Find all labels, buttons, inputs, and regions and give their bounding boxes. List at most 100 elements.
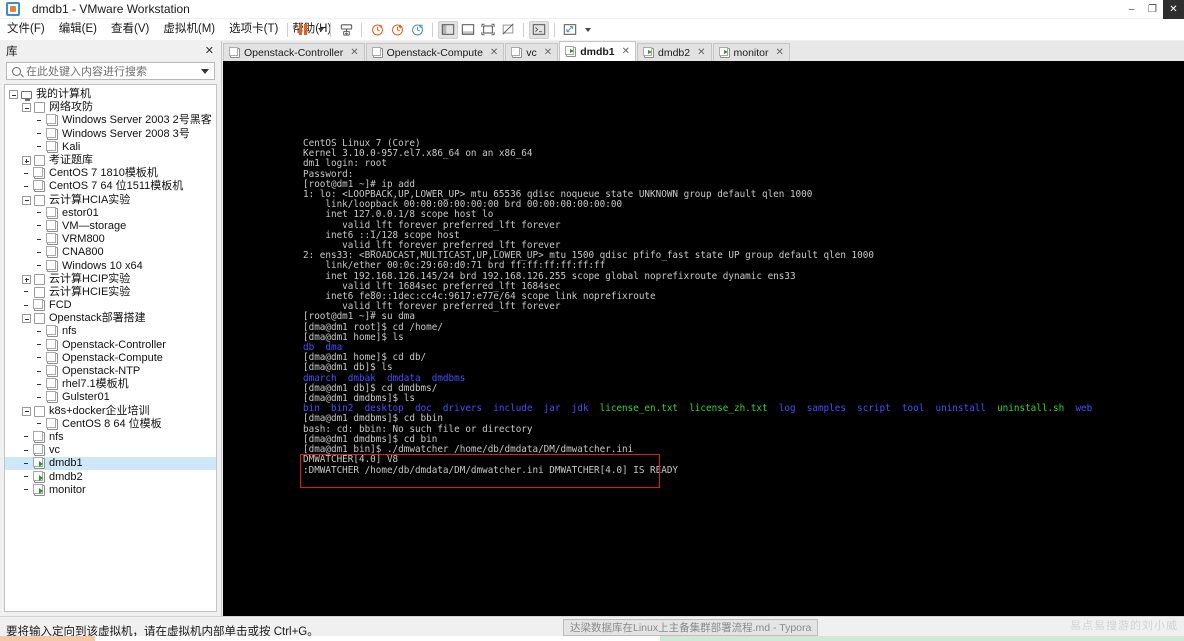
tree-item[interactable]: dmdb2 [5,470,216,483]
show-library-button[interactable] [438,20,458,39]
chevron-down-icon[interactable] [201,68,209,74]
tree-item[interactable]: 云计算HCIP实验 [5,273,216,286]
collapse-icon[interactable] [9,90,18,100]
expand-icon[interactable] [22,156,31,166]
fullscreen-button[interactable] [478,21,498,39]
terminal-text: log samples script tool uninstall [767,403,998,415]
tab-close-icon[interactable]: ✕ [490,47,498,58]
tree-item-label: Windows Server 2003 2号黑客 [62,114,212,127]
tree-item[interactable]: 考证题库 [5,154,216,167]
minimize-button[interactable]: – [1121,0,1142,19]
tree-item[interactable]: nfs [5,325,216,338]
tree-item[interactable]: vc [5,444,216,457]
tree-item[interactable]: 云计算HCIA实验 [5,194,216,207]
tree-toggle-spacer [35,116,44,125]
toolbar-separator [523,22,524,37]
collapse-icon[interactable] [22,406,31,416]
tree-item[interactable]: rhel7.1模板机 [5,378,216,391]
tree-item[interactable]: Gulster01 [5,391,216,404]
tab-close-icon[interactable]: ✕ [350,47,358,58]
vm-library-tree[interactable]: 我的计算机 网络攻防 Windows Server 2003 2号黑客 Windows… [4,84,217,612]
pause-button[interactable] [293,21,313,39]
tab-close-icon[interactable]: ✕ [697,47,705,58]
tree-item[interactable]: Windows Server 2003 2号黑客 [5,114,216,127]
tree-item[interactable]: CNA800 [5,246,216,259]
terminal-line: Kernel 3.10.0-957.el7.x86_64 on an x86_6… [303,149,1092,159]
tab-monitor[interactable]: monitor ✕ [712,43,790,61]
menu-view[interactable]: 查看(V) [104,19,156,40]
collapse-icon[interactable] [22,195,31,205]
tree-item[interactable]: VRM800 [5,233,216,246]
tree-item[interactable]: Openstack部署搭建 [5,312,216,325]
tree-item[interactable]: FCD [5,299,216,312]
tab-label: Openstack-Compute [386,46,483,59]
tree-item[interactable]: VM—storage [5,219,216,233]
maximize-button[interactable]: ❐ [1142,0,1163,19]
tab-dmdb2[interactable]: dmdb2 ✕ [637,43,712,61]
tree-item[interactable]: k8s+docker企业培训 [5,405,216,418]
unity-mode-button[interactable] [498,21,518,39]
stretch-button[interactable] [560,21,580,39]
library-close-icon[interactable]: ✕ [205,44,214,57]
tree-item[interactable]: estor01 [5,206,216,220]
tree-item[interactable]: monitor [5,483,216,497]
tree-item[interactable]: CentOS 7 64 位1511模板机 [5,180,216,193]
menu-edit[interactable]: 编辑(E) [52,19,104,40]
snapshot-revert-icon [391,24,403,36]
tab-openstack-compute[interactable]: Openstack-Compute ✕ [365,43,505,61]
collapse-icon[interactable] [22,314,31,324]
tree-item[interactable]: dmdb1 [5,457,216,471]
menu-vm[interactable]: 虚拟机(M) [156,19,222,40]
terminal-line: [dma@dm1 home]$ cd db/ [303,353,1092,363]
vm-icon [46,246,58,259]
tab-close-icon[interactable]: ✕ [544,47,552,58]
taskbar-item-typora[interactable]: 达梁数据库在Linux上主备集群部署流程.md - Typora [563,619,819,636]
tree-item[interactable]: 我的计算机 [5,88,216,102]
show-thumbnails-button[interactable] [458,21,478,39]
close-button[interactable]: ✕ [1163,0,1184,19]
vm-icon [46,219,58,232]
menu-file[interactable]: 文件(F) [0,19,52,40]
tree-item[interactable]: Windows Server 2008 3号 [5,127,216,141]
tab-openstack-controller[interactable]: Openstack-Controller ✕ [223,43,365,61]
computer-icon [21,91,32,102]
tab-close-icon[interactable]: ✕ [776,47,784,58]
stretch-dropdown[interactable] [580,21,592,39]
tree-item[interactable]: Openstack-NTP [5,365,216,378]
vm-icon [33,299,45,312]
search-input[interactable]: 在此处键入内容进行搜索 [26,63,147,79]
pause-icon [299,24,307,35]
expand-icon[interactable] [22,274,31,284]
terminal-output: CentOS Linux 7 (Core) Kernel 3.10.0-957.e… [303,138,1092,476]
tree-item[interactable]: CentOS 8 64 位模板 [5,417,216,431]
collapse-icon[interactable] [22,103,31,113]
power-dropdown[interactable] [313,21,325,39]
tab-close-icon[interactable]: ✕ [622,46,630,57]
panel-bottom-icon [461,24,475,35]
tree-item-label: dmdb1 [49,457,83,470]
snapshot-take-button[interactable] [367,21,387,39]
snapshot-manager-button[interactable] [407,21,427,39]
tab-vc[interactable]: vc ✕ [505,43,559,61]
tree-item[interactable]: nfs [5,430,216,444]
tree-item[interactable]: Openstack-Compute [5,351,216,365]
snapshot-revert-button[interactable] [387,21,407,39]
terminal-line: valid_lft forever preferred_lft forever [303,302,1092,312]
tree-item[interactable]: Windows 10 x64 [5,259,216,272]
tree-item[interactable]: 云计算HCIE实验 [5,286,216,299]
library-search-box[interactable]: 在此处键入内容进行搜索 [6,62,215,80]
vm-screen[interactable]: CentOS Linux 7 (Core) Kernel 3.10.0-957.e… [223,61,1184,616]
tree-item-label: Windows Server 2008 3号 [62,127,190,140]
tree-item[interactable]: CentOS 7 1810模板机 [5,167,216,180]
send-ctrl-alt-del-button[interactable] [336,21,356,39]
console-button[interactable] [529,20,549,39]
tree-item[interactable]: Openstack-Controller [5,338,216,352]
tree-item[interactable]: Kali [5,140,216,154]
tree-toggle-spacer [22,486,31,495]
tree-item[interactable]: 网络攻防 [5,101,216,114]
tree-toggle-spacer [35,367,44,376]
tab-dmdb1[interactable]: dmdb1 ✕ [559,41,636,61]
tab-label: dmdb2 [658,46,691,59]
menu-tabs[interactable]: 选项卡(T) [222,19,285,40]
tree-item-label: Windows 10 x64 [62,259,143,272]
